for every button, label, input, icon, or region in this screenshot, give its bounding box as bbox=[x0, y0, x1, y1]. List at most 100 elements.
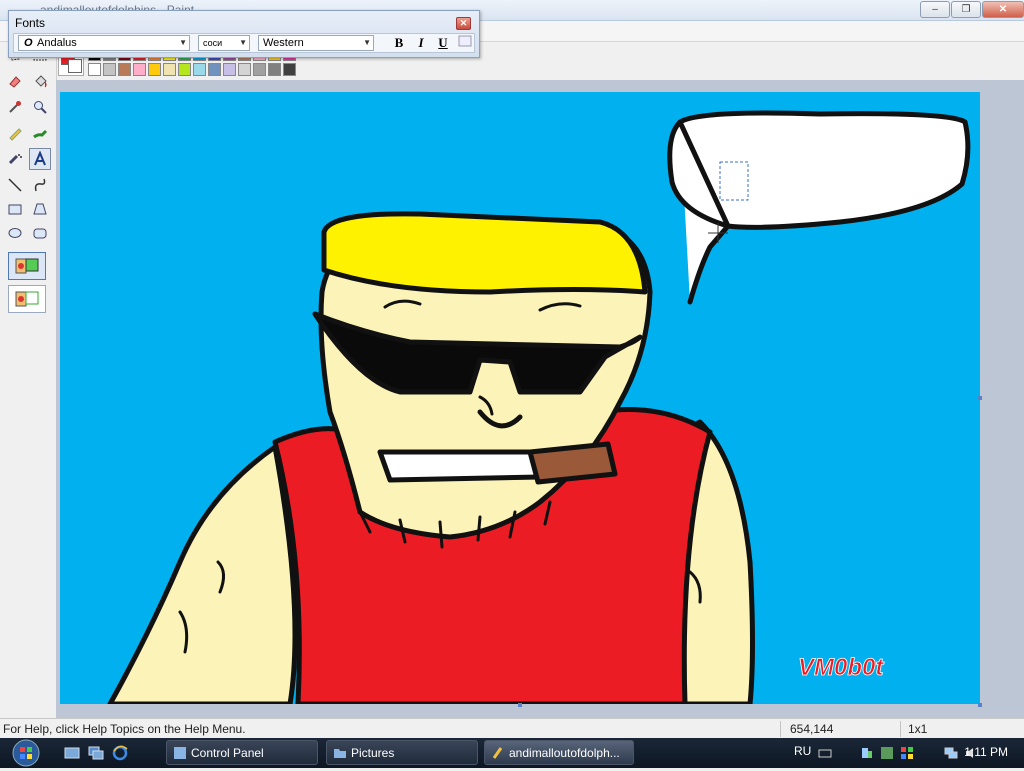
italic-button[interactable]: I bbox=[412, 35, 430, 51]
fill-tool[interactable] bbox=[29, 70, 51, 92]
cigar bbox=[527, 441, 618, 485]
color-swatch[interactable] bbox=[178, 63, 191, 76]
maximize-button[interactable]: ❐ bbox=[951, 1, 981, 18]
color-swatch[interactable] bbox=[88, 63, 101, 76]
text-a-icon bbox=[34, 151, 46, 166]
internet-explorer-icon[interactable] bbox=[112, 745, 128, 761]
polygon-icon bbox=[33, 203, 47, 215]
magnifier-tool[interactable] bbox=[29, 96, 51, 118]
rectangle-icon bbox=[8, 204, 22, 215]
color-swatch[interactable] bbox=[253, 63, 266, 76]
chevron-down-icon: ▼ bbox=[179, 38, 187, 47]
bold-button[interactable]: B bbox=[390, 35, 408, 51]
brush-tool[interactable] bbox=[29, 122, 51, 144]
underline-button[interactable]: U bbox=[434, 35, 452, 51]
taskbar: Control Panel Pictures andimalloutofdolp… bbox=[0, 738, 1024, 768]
taskbar-button-paint[interactable]: andimalloutofdolph... bbox=[484, 740, 634, 765]
cursor-coordinates: 654,144 bbox=[790, 722, 834, 736]
vertical-text-button[interactable] bbox=[456, 35, 474, 51]
rectangle-tool[interactable] bbox=[4, 198, 26, 220]
script-combo[interactable]: Western ▼ bbox=[258, 35, 374, 51]
safely-remove-icon[interactable] bbox=[860, 746, 874, 760]
color-swatch[interactable] bbox=[238, 63, 251, 76]
color-swatch[interactable] bbox=[223, 63, 236, 76]
mouth bbox=[377, 449, 543, 483]
windows-orb-icon bbox=[12, 739, 40, 767]
font-name-combo[interactable]: O Andalus ▼ bbox=[18, 35, 190, 51]
window-controls: – ❐ ✕ bbox=[920, 1, 1024, 18]
canvas-resize-handle-right[interactable] bbox=[978, 396, 982, 400]
color-swatch[interactable] bbox=[163, 63, 176, 76]
show-desktop-icon[interactable] bbox=[64, 745, 80, 761]
windows-update-icon[interactable] bbox=[880, 746, 894, 760]
canvas-signature: VM0b0t bbox=[798, 654, 884, 681]
paint-brush-icon bbox=[492, 747, 503, 759]
eraser-tool[interactable] bbox=[4, 70, 26, 92]
fonts-toolbar-title: Fonts bbox=[15, 16, 46, 30]
color-swatch[interactable] bbox=[103, 63, 116, 76]
paint-bucket-icon bbox=[35, 75, 47, 88]
fonts-toolbar-row: O Andalus ▼ соси ▼ Western ▼ B I U bbox=[13, 33, 475, 53]
taskbar-button-label: Control Panel bbox=[191, 746, 264, 760]
opaque-background-icon bbox=[15, 258, 39, 274]
font-type-icon: O bbox=[24, 37, 33, 49]
opaque-background-option[interactable] bbox=[8, 252, 46, 280]
pencil-tool[interactable] bbox=[4, 122, 26, 144]
drawing-canvas[interactable]: VM0b0t bbox=[60, 92, 980, 704]
status-bar: For Help, click Help Topics on the Help … bbox=[0, 718, 1024, 739]
switch-windows-icon[interactable] bbox=[88, 745, 104, 761]
help-text: For Help, click Help Topics on the Help … bbox=[3, 722, 246, 736]
selection-size: 1x1 bbox=[908, 722, 928, 736]
color-picker-tool[interactable] bbox=[4, 96, 26, 118]
airbrush-icon bbox=[8, 154, 22, 165]
canvas-resize-handle-corner[interactable] bbox=[978, 703, 982, 707]
background-color bbox=[68, 59, 82, 73]
start-button[interactable] bbox=[6, 738, 46, 768]
status-divider bbox=[780, 721, 781, 737]
color-swatch[interactable] bbox=[118, 63, 131, 76]
color-swatch[interactable] bbox=[268, 63, 281, 76]
security-icon[interactable] bbox=[900, 746, 914, 760]
rounded-rectangle-tool[interactable] bbox=[29, 222, 51, 244]
language-indicator[interactable]: RU bbox=[794, 744, 811, 758]
fonts-close-button[interactable]: ✕ bbox=[456, 17, 471, 30]
color-swatch[interactable] bbox=[208, 63, 221, 76]
hair bbox=[321, 211, 648, 295]
pencil-icon bbox=[9, 128, 22, 141]
ellipse-tool[interactable] bbox=[4, 222, 26, 244]
color-swatch[interactable] bbox=[148, 63, 161, 76]
magnifier-icon bbox=[34, 101, 47, 114]
taskbar-button-label: Pictures bbox=[351, 746, 395, 760]
folder-icon bbox=[334, 749, 346, 758]
curve-tool[interactable] bbox=[29, 174, 51, 196]
taskbar-button-control-panel[interactable]: Control Panel bbox=[166, 740, 318, 765]
color-swatch[interactable] bbox=[283, 63, 296, 76]
font-size-value: соси bbox=[203, 38, 223, 48]
status-divider bbox=[900, 721, 901, 737]
fonts-toolbar: Fonts ✕ O Andalus ▼ соси ▼ Western ▼ B I… bbox=[8, 10, 480, 58]
minimize-button[interactable]: – bbox=[920, 1, 950, 18]
network-icon[interactable] bbox=[944, 746, 958, 760]
close-button[interactable]: ✕ bbox=[982, 1, 1024, 18]
eraser-icon bbox=[9, 76, 21, 88]
line-tool[interactable] bbox=[4, 174, 26, 196]
font-size-combo[interactable]: соси ▼ bbox=[198, 35, 250, 51]
script-value: Western bbox=[263, 37, 304, 49]
line-icon bbox=[8, 178, 22, 192]
taskbar-button-pictures[interactable]: Pictures bbox=[326, 740, 478, 765]
keyboard-icon[interactable] bbox=[818, 746, 832, 760]
chevron-down-icon: ▼ bbox=[363, 38, 371, 47]
canvas-resize-handle-bottom[interactable] bbox=[518, 703, 522, 707]
color-swatch[interactable] bbox=[133, 63, 146, 76]
clock[interactable]: 1:11 PM bbox=[964, 745, 1008, 759]
airbrush-tool[interactable] bbox=[4, 148, 26, 170]
tool-box bbox=[0, 42, 57, 718]
system-tray: RU 1:11 PM bbox=[784, 738, 1024, 768]
transparent-background-option[interactable] bbox=[8, 285, 46, 313]
font-name-value: Andalus bbox=[37, 37, 77, 49]
eyedropper-icon bbox=[9, 101, 21, 113]
polygon-tool[interactable] bbox=[29, 198, 51, 220]
curve-icon bbox=[34, 178, 46, 192]
color-swatch[interactable] bbox=[193, 63, 206, 76]
text-tool[interactable] bbox=[29, 148, 51, 170]
